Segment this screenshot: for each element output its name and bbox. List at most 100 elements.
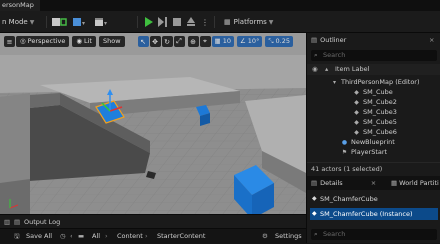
svg-text:▾: ▾ bbox=[104, 20, 107, 27]
grid-icon: ▦ bbox=[214, 37, 221, 45]
tree-item-label: SM_Cube3 bbox=[363, 108, 397, 116]
chevron-down-icon: ▼ bbox=[268, 19, 274, 26]
scale-snap-button[interactable]: ⤡ 0.25 bbox=[265, 36, 294, 47]
tree-item[interactable]: ◆ SM_Cube6 bbox=[307, 127, 440, 137]
tree-item[interactable]: ◆ SM_Cube3 bbox=[307, 107, 440, 117]
eye-icon: ◉ bbox=[312, 65, 318, 73]
outliner-tab[interactable]: ▤ Outliner bbox=[311, 35, 346, 46]
platforms-menu[interactable]: ▦ Platforms ▼ bbox=[224, 15, 273, 29]
details-panel: ▤ Details × ▦ World Partiti ◆ SM_ChamferCub… bbox=[306, 176, 440, 243]
output-log-bar: ▥ ▤ Output Log bbox=[0, 214, 306, 228]
chevron-right-icon: › bbox=[145, 232, 148, 240]
stop-button[interactable] bbox=[171, 15, 183, 29]
mesh-icon: ◆ bbox=[312, 195, 317, 202]
tab-details[interactable]: ▤ Details × bbox=[311, 178, 376, 189]
breadcrumb-starter-content[interactable]: StarterContent bbox=[157, 229, 205, 244]
perspective-label: Perspective bbox=[27, 37, 66, 45]
tree-item[interactable]: ◆ SM_Cube bbox=[307, 87, 440, 97]
step-button[interactable] bbox=[157, 15, 169, 29]
history-icon[interactable]: ◷ bbox=[60, 229, 66, 244]
lit-label: Lit bbox=[84, 37, 92, 45]
search-icon: ⌕ bbox=[314, 51, 318, 59]
folder-icon: ▬ bbox=[78, 232, 85, 240]
details-search-input[interactable]: ⌕ Search bbox=[311, 229, 437, 240]
tree-item-label: PlayerStart bbox=[351, 148, 388, 156]
rotation-snap-button[interactable]: ∠ 10° bbox=[236, 36, 263, 47]
level-tab[interactable]: ersonMap bbox=[0, 0, 40, 11]
tree-item-label: SM_Cube bbox=[363, 88, 393, 96]
tree-item[interactable]: ● NewBlueprint bbox=[307, 137, 440, 147]
stop-icon bbox=[173, 18, 181, 26]
viewport-toolbar: ≡ ◎ Perspective ◉ Lit Show ↖ ✥ ↻ ⤢ ⊕ ⌖ ▦ 10… bbox=[4, 35, 304, 48]
surface-snap-button[interactable]: ⌖ bbox=[199, 36, 211, 47]
world-local-button[interactable]: ⊕ bbox=[187, 36, 199, 47]
grid-snap-button[interactable]: ▦ 10 bbox=[211, 36, 234, 47]
gear-icon: ⚙ bbox=[262, 232, 268, 240]
divider bbox=[214, 16, 215, 28]
tree-item[interactable]: ⚑ PlayerStart bbox=[307, 147, 440, 157]
close-icon: × bbox=[370, 179, 377, 187]
tree-item-level[interactable]: ▾ ThirdPersonMap (Editor) bbox=[307, 77, 440, 87]
tab-world-partition[interactable]: ▦ World Partiti bbox=[391, 178, 440, 189]
outliner-column-header[interactable]: ◉ ▴ Item Label bbox=[307, 64, 440, 75]
move-icon: ✥ bbox=[152, 37, 158, 46]
eject-button[interactable] bbox=[185, 15, 197, 29]
select-mode-button[interactable]: ↖ bbox=[137, 36, 149, 47]
level-viewport[interactable]: ≡ ◎ Perspective ◉ Lit Show ↖ ✥ ↻ ⤢ ⊕ ⌖ ▦ 10… bbox=[0, 33, 306, 214]
tree-item[interactable]: ◆ SM_Cube5 bbox=[307, 117, 440, 127]
save-icon: 🖫 bbox=[14, 232, 20, 240]
divider bbox=[137, 16, 138, 28]
globe-icon: ⊕ bbox=[190, 37, 196, 46]
more-vertical-icon: ⋮ bbox=[201, 17, 209, 27]
tree-item-label: SM_Cube5 bbox=[363, 118, 397, 126]
panel-toggle-icon[interactable]: ▥ bbox=[4, 215, 10, 229]
platforms-icon: ▦ bbox=[224, 18, 231, 26]
blueprint-button[interactable]: ▾ bbox=[70, 15, 88, 29]
details-tabs: ▤ Details × ▦ World Partiti bbox=[307, 176, 440, 190]
cube-add-icon bbox=[52, 18, 67, 26]
rotation-snap-value: 10° bbox=[247, 37, 260, 45]
component-label: SM_ChamferCube (Instance) bbox=[320, 210, 413, 218]
status-bar: 🖫 Save All ◷ ‹ ▬ All › Content › Starter… bbox=[0, 228, 306, 243]
tree-item[interactable]: ◆ SM_Cube2 bbox=[307, 97, 440, 107]
skip-icon bbox=[158, 17, 167, 27]
blueprint-icon: ▾ bbox=[73, 18, 85, 27]
breadcrumb-content[interactable]: Content bbox=[117, 229, 143, 244]
cinematics-button[interactable]: ▾ bbox=[92, 15, 110, 29]
play-button[interactable] bbox=[143, 15, 155, 29]
translate-mode-button[interactable]: ✥ bbox=[149, 36, 161, 47]
mode-selector[interactable]: n Mode ▼ bbox=[2, 15, 34, 29]
output-log-tab[interactable]: Output Log bbox=[24, 215, 60, 229]
sort-icon: ▴ bbox=[325, 65, 329, 73]
mode-label: n Mode bbox=[2, 18, 28, 26]
menu-icon: ≡ bbox=[6, 37, 13, 46]
play-options-button[interactable]: ⋮ bbox=[199, 15, 211, 29]
outliner-search-input[interactable]: ⌕ Search bbox=[311, 50, 437, 61]
rotate-mode-button[interactable]: ↻ bbox=[161, 36, 173, 47]
scale-snap-value: 0.25 bbox=[275, 37, 291, 45]
cursor-icon: ↖ bbox=[140, 37, 146, 46]
component-icon: ◆ bbox=[312, 210, 317, 217]
settings-button[interactable]: Settings bbox=[275, 229, 302, 244]
scale-icon: ⤢ bbox=[176, 37, 182, 45]
save-all-button[interactable]: Save All bbox=[26, 229, 52, 244]
outliner-close-button[interactable]: × bbox=[429, 35, 434, 46]
show-button[interactable]: Show bbox=[98, 36, 125, 47]
create-actor-button[interactable] bbox=[50, 15, 68, 29]
scale-snap-icon: ⤡ bbox=[268, 37, 274, 45]
outliner-footer: 41 actors (1 selected) bbox=[307, 162, 440, 174]
lit-button[interactable]: ◉ Lit bbox=[72, 36, 96, 47]
actor-name-row[interactable]: ◆ SM_ChamferCube bbox=[310, 193, 438, 205]
player-start-icon: ⚑ bbox=[341, 149, 348, 156]
grid-snap-value: 10 bbox=[222, 37, 231, 45]
viewport-options-button[interactable]: ≡ bbox=[4, 36, 15, 47]
perspective-button[interactable]: ◎ Perspective bbox=[16, 36, 70, 47]
component-row[interactable]: ◆ SM_ChamferCube (Instance) bbox=[310, 208, 438, 220]
scale-mode-button[interactable]: ⤢ bbox=[173, 36, 185, 47]
lit-icon: ◉ bbox=[76, 37, 82, 45]
viewport-scene bbox=[0, 33, 306, 214]
main-toolbar: n Mode ▼ ▾ ▾ ⋮ ▦ Platforms ▼ bbox=[0, 11, 440, 33]
back-icon[interactable]: ‹ bbox=[70, 229, 73, 244]
breadcrumb-all[interactable]: All bbox=[92, 229, 100, 244]
details-search-placeholder: Search bbox=[323, 230, 346, 238]
